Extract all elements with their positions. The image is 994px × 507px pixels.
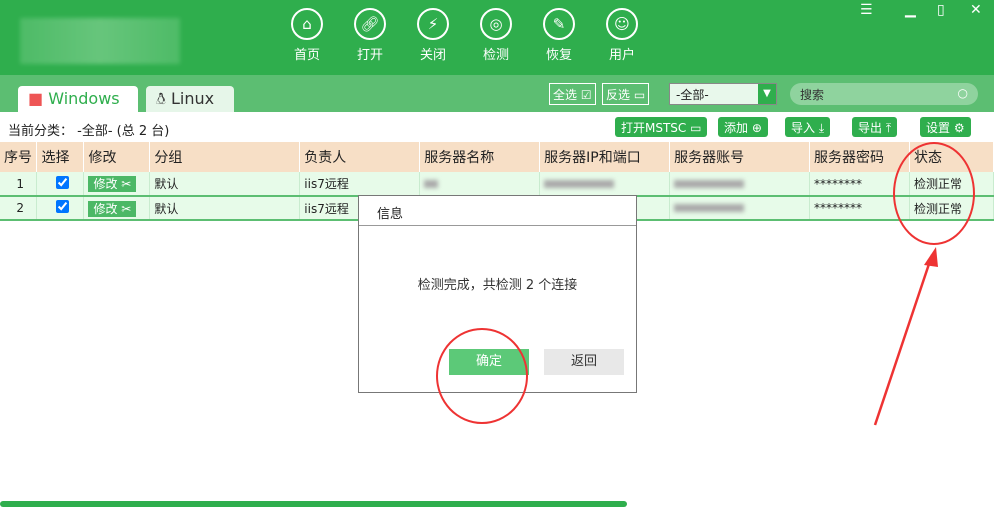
tab-bar: ■ Windows 🐧︎ Linux 全选 ☑ 反选 ▭ -全部- ▼ 搜索 ○ [0,75,994,112]
chevron-down-icon: ▼ [758,84,776,104]
header: ⌂ 首页 🔗︎ 打开 ⚡︎ 关闭 ◎ 检测 ✎ 恢复 ☺ 用户 ☰ ▁ ▯ ✕ [0,0,994,75]
dialog-title: 信息 [359,196,636,226]
plus-icon: ⊕ [751,121,762,135]
owner-cell: iis7远程 [299,172,421,197]
col-header: 负责人 [299,142,421,172]
progress-bar [0,501,627,507]
col-header: 序号 [0,142,38,172]
invert-selection-button[interactable]: 反选 ▭ [602,83,650,105]
annotation-circle-ok [436,328,528,424]
gear-icon: ⚙ [953,121,965,135]
unlink-icon: ⚡︎ [417,8,449,40]
export-button[interactable]: 导出 ⤒ [852,117,898,137]
back-button[interactable]: 返回 [544,349,624,375]
col-header: 修改 [83,142,151,172]
col-header: 服务器密码 [809,142,910,172]
nav-home[interactable]: ⌂ 首页 [282,8,332,63]
logo [20,18,180,64]
import-button[interactable]: 导入 ⤓ [785,117,831,137]
nav-close[interactable]: ⚡︎ 关闭 [408,8,458,63]
category-select[interactable]: -全部- ▼ [669,83,777,105]
monitor-icon: ▭ [690,121,702,135]
current-category: 当前分类： -全部- (总 2 台) [8,124,170,139]
wrench-icon: ✎ [543,8,575,40]
edit-button[interactable]: 修改 ✂ [83,172,151,197]
row-number: 2 [0,196,38,221]
col-header: 选择 [36,142,85,172]
ip-cell [539,172,671,197]
search-icon: ○ [957,86,968,100]
account-cell [669,172,811,197]
radar-icon: ◎ [480,8,512,40]
download-icon: ⤓ [818,121,825,135]
group-cell: 默认 [149,172,301,197]
edit-button[interactable]: 修改 ✂ [83,196,151,221]
add-button[interactable]: 添加 ⊕ [718,117,768,137]
table-header: 序号 选择 修改 分组 负责人 服务器名称 服务器IP和端口 服务器账号 服务器密码 状态 [0,142,994,172]
tab-linux[interactable]: 🐧︎ Linux [146,86,234,112]
link-icon: 🔗︎ [354,8,386,40]
nav-open[interactable]: 🔗︎ 打开 [345,8,395,63]
close-icon[interactable]: ✕ [970,2,982,18]
group-cell: 默认 [149,196,301,221]
col-header: 服务器账号 [669,142,811,172]
open-mstsc-button[interactable]: 打开MSTSC ▭ [615,117,708,137]
nav-detect[interactable]: ◎ 检测 [471,8,521,63]
dialog-message: 检测完成，共检测 2 个连接 [417,278,578,293]
settings-button[interactable]: 设置 ⚙ [920,117,971,137]
col-header: 分组 [149,142,301,172]
tab-windows[interactable]: ■ Windows [18,86,138,112]
annotation-circle-status [893,142,975,245]
maximize-icon[interactable]: ▯ [937,2,945,18]
minimize-icon[interactable]: ▁ [905,2,916,18]
annotation-arrow [873,247,938,426]
windows-icon: ■ [28,89,44,108]
nav-user[interactable]: ☺ 用户 [597,8,647,63]
account-cell [669,196,811,221]
search-input[interactable]: 搜索 ○ [790,83,978,105]
user-icon: ☺ [606,8,638,40]
select-all-button[interactable]: 全选 ☑ [549,83,596,105]
upload-icon: ⤒ [885,121,892,135]
name-cell [419,172,541,197]
row-checkbox[interactable] [36,196,85,221]
nav-restore[interactable]: ✎ 恢复 [534,8,584,63]
table-row[interactable]: 1 修改 ✂ 默认 iis7远程 ******** 检测正常 [0,172,994,197]
linux-icon: 🐧︎ [156,89,166,108]
col-header: 服务器IP和端口 [539,142,671,172]
menu-icon[interactable]: ☰ [860,2,873,18]
home-icon: ⌂ [291,8,323,40]
row-number: 1 [0,172,38,197]
col-header: 服务器名称 [419,142,541,172]
row-checkbox[interactable] [36,172,85,197]
